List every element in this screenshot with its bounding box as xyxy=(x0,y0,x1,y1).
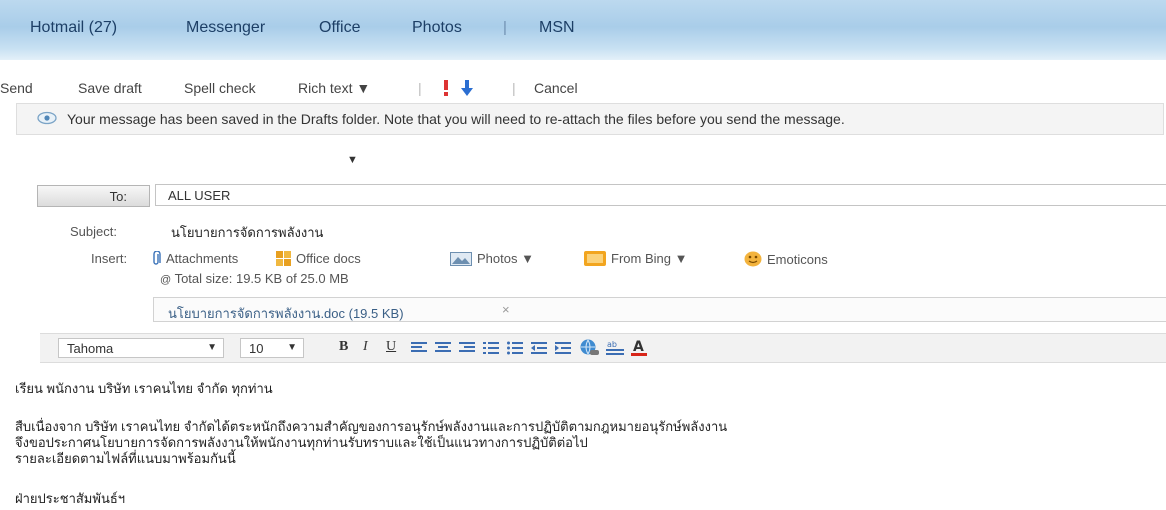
photos-icon xyxy=(450,252,472,269)
to-field[interactable]: ALL USER xyxy=(155,184,1166,206)
indent-icon[interactable] xyxy=(555,341,571,355)
font-size-select[interactable]: 10 ▼ xyxy=(240,338,304,358)
chevron-down-icon: ▼ xyxy=(207,342,217,353)
font-family-select[interactable]: Tahoma ▼ xyxy=(58,338,224,358)
outdent-icon[interactable] xyxy=(531,341,547,355)
insert-emoticons[interactable]: Emoticons xyxy=(744,251,828,270)
attachment-list: นโยบายการจัดการพลังงาน.doc (19.5 KB) × xyxy=(153,297,1166,322)
toolbar-separator: | xyxy=(418,80,422,96)
insert-attachments[interactable]: Attachments xyxy=(152,250,239,269)
nav-msn[interactable]: MSN xyxy=(539,19,575,37)
body-line: รายละเอียดตามไฟล์ที่แนบมาพร้อมกันนี้ xyxy=(15,451,236,466)
send-button[interactable]: Send xyxy=(0,80,33,96)
low-priority-icon[interactable] xyxy=(461,79,473,97)
attachment-file[interactable]: นโยบายการจัดการพลังงาน.doc (19.5 KB) xyxy=(168,303,404,324)
insert-photos[interactable]: Photos ▼ xyxy=(450,251,534,269)
highlight-icon[interactable]: ab xyxy=(606,339,624,356)
attachments-label: Attachments xyxy=(166,251,239,266)
italic-button[interactable]: I xyxy=(363,339,368,355)
nav-messenger[interactable]: Messenger xyxy=(186,19,265,37)
subject-field[interactable]: นโยบายการจัดการพลังงาน xyxy=(171,222,323,243)
insert-office-docs[interactable]: Office docs xyxy=(276,251,361,269)
align-left-icon[interactable] xyxy=(411,341,427,355)
nav-separator: | xyxy=(503,19,507,36)
high-priority-icon[interactable] xyxy=(441,79,451,97)
from-bing-label: From Bing ▼ xyxy=(611,251,688,266)
total-size: @ Total size: 19.5 KB of 25.0 MB xyxy=(160,271,349,286)
align-center-icon[interactable] xyxy=(435,341,451,355)
body-greeting: เรียน พนักงาน บริษัท เราคนไทย จำกัด ทุกท… xyxy=(15,381,273,396)
nav-office[interactable]: Office xyxy=(319,19,361,37)
numbered-list-icon[interactable] xyxy=(483,341,499,355)
bing-icon xyxy=(584,251,606,269)
from-dropdown-arrow[interactable]: ▼ xyxy=(347,154,358,166)
chevron-down-icon: ▼ xyxy=(287,342,297,353)
underline-button[interactable]: U xyxy=(386,339,396,355)
insert-link-icon[interactable] xyxy=(579,339,599,356)
compose-toolbar: Send Save draft Spell check Rich text ▼ … xyxy=(0,76,1166,100)
bullet-list-icon[interactable] xyxy=(507,341,523,355)
align-right-icon[interactable] xyxy=(459,341,475,355)
formatting-toolbar: Tahoma ▼ 10 ▼ B I U ab A xyxy=(40,333,1166,363)
insert-from-bing[interactable]: From Bing ▼ xyxy=(584,251,687,269)
to-button[interactable]: To: xyxy=(37,185,150,207)
insert-label: Insert: xyxy=(91,251,128,266)
draft-saved-message: Your message has been saved in the Draft… xyxy=(67,111,845,127)
emoticon-icon xyxy=(744,251,762,270)
svg-text:A: A xyxy=(633,339,644,355)
rich-text-dropdown[interactable]: Rich text ▼ xyxy=(298,80,370,96)
save-draft-button[interactable]: Save draft xyxy=(78,80,142,96)
nav-hotmail[interactable]: Hotmail (27) xyxy=(30,19,117,37)
office-docs-label: Office docs xyxy=(296,251,361,266)
spell-check-button[interactable]: Spell check xyxy=(184,80,256,96)
svg-text:ab: ab xyxy=(607,340,617,349)
remove-attachment-button[interactable]: × xyxy=(502,302,510,317)
subject-label: Subject: xyxy=(70,224,117,239)
photos-label: Photos ▼ xyxy=(477,251,534,266)
emoticons-label: Emoticons xyxy=(767,252,828,267)
font-family-value: Tahoma xyxy=(67,341,114,356)
font-size-value: 10 xyxy=(249,341,264,356)
bold-button[interactable]: B xyxy=(339,339,348,355)
toolbar-separator-2: | xyxy=(512,80,516,96)
size-icon: @ xyxy=(160,274,172,286)
body-signature: ฝ่ายประชาสัมพันธ์ฯ xyxy=(15,491,126,506)
total-size-text: Total size: 19.5 KB of 25.0 MB xyxy=(174,271,349,286)
info-eye-icon xyxy=(37,109,57,127)
top-navigation: Hotmail (27) Messenger Office Photos | M… xyxy=(0,0,1166,60)
font-color-icon[interactable]: A xyxy=(630,338,648,357)
nav-photos[interactable]: Photos xyxy=(412,19,462,37)
cancel-button[interactable]: Cancel xyxy=(534,80,578,96)
office-docs-icon xyxy=(276,251,291,269)
draft-saved-notice: Your message has been saved in the Draft… xyxy=(16,103,1164,135)
paperclip-icon xyxy=(152,250,161,269)
